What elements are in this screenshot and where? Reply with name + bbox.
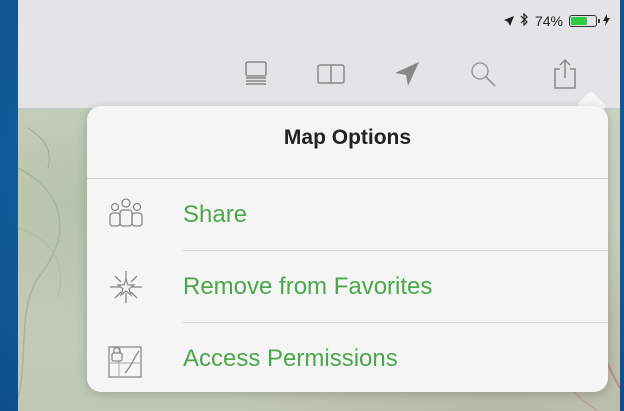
- menu-item-share[interactable]: Share: [87, 179, 608, 251]
- menu-item-label: Remove from Favorites: [183, 273, 433, 300]
- map-lock-icon: [105, 339, 147, 379]
- people-icon: [105, 195, 147, 235]
- popover-title: Map Options: [283, 126, 412, 149]
- device-frame: 74% Map Options Share Remove from Favori…: [0, 0, 624, 411]
- top-toolbar: 74%: [18, 0, 620, 109]
- menu-item-label: Access Permissions: [183, 345, 398, 372]
- location-arrow-icon: [503, 13, 514, 29]
- location-arrow-icon[interactable]: [390, 57, 424, 91]
- charging-icon: [603, 13, 610, 29]
- layers-icon[interactable]: [239, 57, 273, 91]
- map-options-popover: Map Options Share Remove from Favorites …: [87, 106, 608, 392]
- book-icon[interactable]: [314, 57, 348, 91]
- battery-percent: 74%: [534, 13, 563, 29]
- menu-item-access-permissions[interactable]: Access Permissions: [87, 323, 608, 392]
- share-icon[interactable]: [548, 57, 582, 91]
- battery-fill: [571, 17, 587, 25]
- bluetooth-icon: [520, 12, 529, 29]
- battery-icon: [569, 15, 600, 27]
- star-burst-icon: [105, 267, 147, 307]
- search-icon[interactable]: [466, 57, 500, 91]
- app-screen: 74% Map Options Share Remove from Favori…: [18, 0, 620, 411]
- menu-item-label: Share: [183, 201, 248, 228]
- menu-item-remove-from-favorites[interactable]: Remove from Favorites: [87, 251, 608, 323]
- status-bar: 74%: [503, 12, 610, 30]
